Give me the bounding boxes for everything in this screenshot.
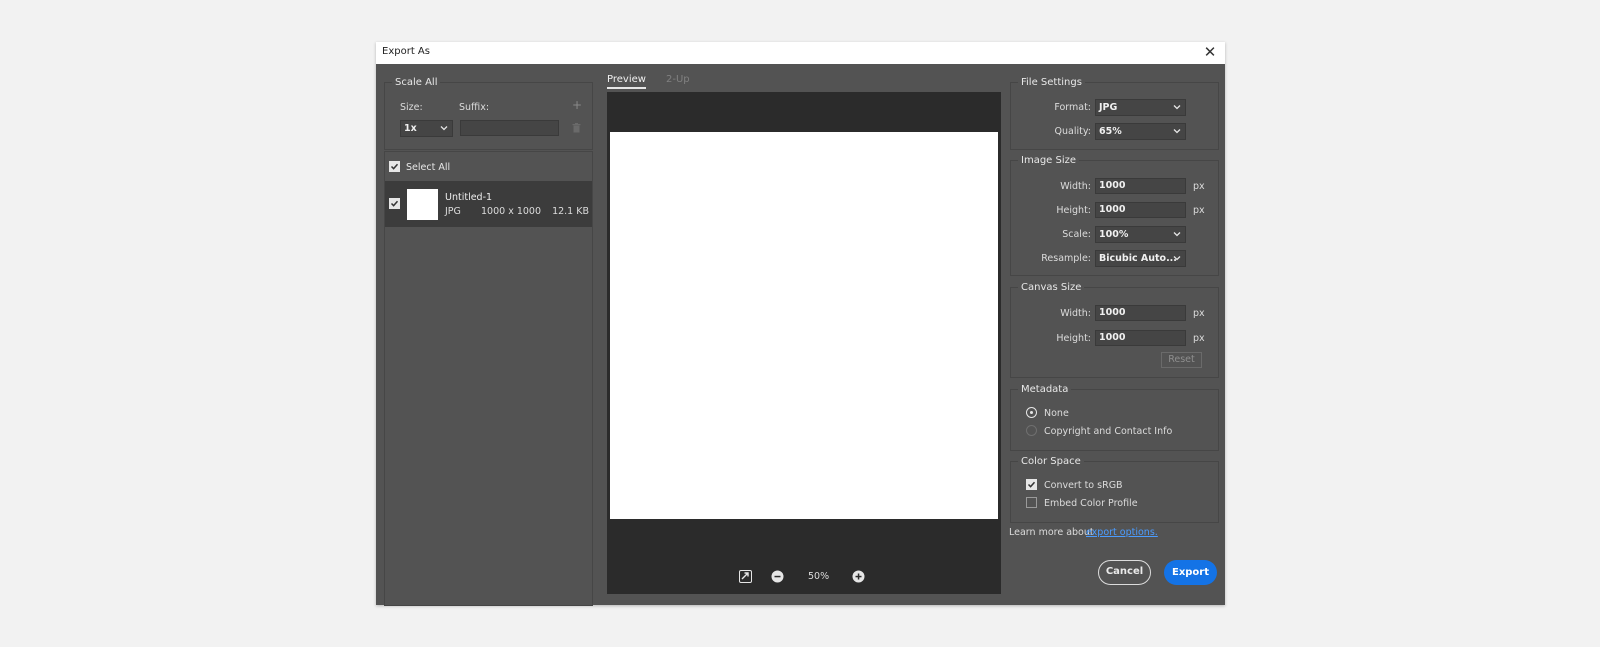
suffix-input[interactable] (460, 120, 559, 136)
asset-checkbox[interactable] (389, 198, 400, 209)
zoom-in-icon[interactable] (852, 570, 865, 583)
asset-list: Select All Untitled-1 JPG 1000 x 1000 12… (384, 151, 593, 606)
quality-label: Quality: (1054, 126, 1091, 137)
canvas-size-title: Canvas Size (1018, 282, 1085, 293)
zoom-level: 50% (808, 571, 830, 582)
preview-canvas[interactable]: 50% (607, 92, 1001, 594)
image-height-label: Height: (1056, 205, 1091, 216)
cancel-button[interactable]: Cancel (1098, 560, 1151, 585)
checkmark-icon (390, 200, 399, 207)
color-space-title: Color Space (1018, 456, 1084, 467)
title-bar: Export As ✕ (376, 42, 1225, 64)
size-select-value: 1x (404, 123, 417, 134)
embed-profile-label: Embed Color Profile (1044, 498, 1138, 509)
select-all-checkbox[interactable] (389, 161, 400, 172)
canvas-size-box: Canvas Size Width: 1000 px Height: 1000 … (1010, 282, 1219, 378)
tab-2up[interactable]: 2-Up (666, 74, 690, 85)
resample-value: Bicubic Auto... (1099, 253, 1177, 264)
asset-thumbnail (407, 189, 438, 220)
canvas-width-input[interactable]: 1000 (1095, 305, 1186, 321)
scale-label: Scale: (1062, 229, 1091, 240)
scale-value: 100% (1099, 229, 1129, 240)
canvas-height-label: Height: (1056, 333, 1091, 344)
image-width-unit: px (1193, 181, 1205, 192)
asset-dimensions: 1000 x 1000 (481, 206, 542, 217)
export-options-link[interactable]: export options. (1086, 527, 1158, 538)
canvas-height-input[interactable]: 1000 (1095, 330, 1186, 346)
scale-select[interactable]: 100% (1095, 226, 1186, 243)
scale-all-title: Scale All (392, 77, 441, 88)
checkmark-icon (390, 163, 399, 170)
metadata-none-label: None (1044, 408, 1069, 419)
color-space-box: Color Space Convert to sRGB Embed Color … (1010, 456, 1219, 523)
resample-select[interactable]: Bicubic Auto... (1095, 250, 1186, 267)
embed-profile-checkbox[interactable] (1026, 497, 1037, 508)
export-button[interactable]: Export (1164, 560, 1217, 585)
export-as-dialog: Export As ✕ Scale All Size: Suffix: + 1x… (376, 42, 1225, 606)
trash-icon[interactable] (572, 123, 581, 133)
metadata-box: Metadata None Copyright and Contact Info (1010, 384, 1219, 451)
chevron-down-icon (1173, 129, 1181, 134)
format-select[interactable]: JPG (1095, 99, 1186, 116)
chevron-down-icon (440, 126, 448, 131)
chevron-down-icon (1173, 256, 1181, 261)
metadata-none-radio[interactable] (1026, 407, 1037, 418)
image-width-label: Width: (1060, 181, 1091, 192)
convert-srgb-label: Convert to sRGB (1044, 480, 1123, 491)
add-scale-icon[interactable]: + (572, 98, 582, 112)
reset-button[interactable]: Reset (1161, 352, 1202, 368)
image-size-title: Image Size (1018, 155, 1080, 166)
convert-srgb-checkbox[interactable] (1026, 479, 1037, 490)
format-label: Format: (1054, 102, 1091, 113)
fit-arrow-icon (741, 572, 749, 580)
chevron-down-icon (1173, 105, 1181, 110)
checkmark-icon (1027, 481, 1036, 488)
quality-select[interactable]: 65% (1095, 123, 1186, 140)
asset-row[interactable]: Untitled-1 JPG 1000 x 1000 12.1 KB (385, 181, 592, 227)
metadata-copyright-label: Copyright and Contact Info (1044, 426, 1173, 437)
resample-label: Resample: (1041, 253, 1091, 264)
asset-format: JPG (445, 206, 461, 217)
file-settings-title: File Settings (1018, 77, 1085, 88)
image-size-box: Image Size Width: 1000 px Height: 1000 p… (1010, 155, 1219, 276)
select-all-label: Select All (406, 162, 451, 173)
canvas-width-label: Width: (1060, 308, 1091, 319)
asset-name: Untitled-1 (445, 192, 493, 203)
image-height-input[interactable]: 1000 (1095, 202, 1186, 218)
scale-all-box: Scale All Size: Suffix: + 1x (384, 77, 593, 150)
size-select[interactable]: 1x (400, 120, 453, 137)
close-icon[interactable]: ✕ (1201, 43, 1219, 61)
format-value: JPG (1099, 102, 1118, 113)
dialog-title: Export As (382, 46, 430, 57)
size-label: Size: (400, 102, 423, 113)
image-height-unit: px (1193, 205, 1205, 216)
tab-preview[interactable]: Preview (607, 74, 646, 89)
canvas-height-unit: px (1193, 333, 1205, 344)
image-width-input[interactable]: 1000 (1095, 178, 1186, 194)
tab-preview-label: Preview (607, 74, 646, 85)
chevron-down-icon (1173, 232, 1181, 237)
zoom-out-icon[interactable] (771, 570, 784, 583)
learn-more-text: Learn more about (1009, 527, 1094, 538)
active-tab-underline (607, 87, 646, 89)
metadata-copyright-radio[interactable] (1026, 425, 1037, 436)
file-settings-box: File Settings Format: JPG Quality: 65% (1010, 77, 1219, 150)
fit-to-screen-icon[interactable] (739, 570, 752, 583)
quality-value: 65% (1099, 126, 1122, 137)
asset-filesize: 12.1 KB (552, 206, 589, 217)
canvas-width-unit: px (1193, 308, 1205, 319)
suffix-label: Suffix: (459, 102, 490, 113)
metadata-title: Metadata (1018, 384, 1072, 395)
preview-image (610, 132, 998, 519)
